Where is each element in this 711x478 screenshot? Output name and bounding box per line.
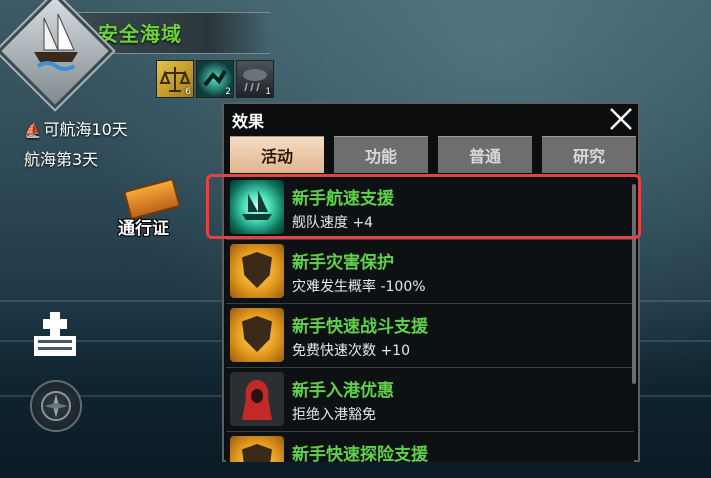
storm-buff-icon[interactable]: 1 bbox=[236, 60, 274, 98]
ship-icon bbox=[34, 13, 78, 71]
medical-chest-icon[interactable] bbox=[30, 310, 80, 360]
list-item[interactable]: 新手快速探险支援 bbox=[226, 432, 634, 462]
alliance-buff-icon[interactable]: 2 bbox=[196, 60, 234, 98]
effects-panel: 效果 活动 功能 普通 研究 新手航速支援 舰队速度 +4 新手灾害保护 灾难发… bbox=[222, 102, 640, 462]
effect-name: 新手快速战斗支援 bbox=[292, 317, 428, 337]
effect-desc: 拒绝入港豁免 bbox=[292, 407, 376, 423]
sail-icon: ⛵ bbox=[24, 123, 42, 139]
effect-name: 新手灾害保护 bbox=[292, 253, 394, 273]
buff-icon-row: 6 2 1 bbox=[156, 60, 274, 98]
close-icon[interactable] bbox=[608, 106, 634, 132]
compass-icon bbox=[41, 391, 71, 421]
selection-highlight bbox=[206, 174, 641, 239]
effect-name: 新手入港优惠 bbox=[292, 381, 394, 401]
list-item[interactable]: 新手灾害保护 灾难发生概率 -100% bbox=[226, 240, 634, 304]
gold-shield-icon bbox=[230, 436, 284, 462]
list-item[interactable]: 新手快速战斗支援 免费快速次数 +10 bbox=[226, 304, 634, 368]
region-name: 安全海域 bbox=[98, 22, 182, 46]
effect-desc: 灾难发生概率 -100% bbox=[292, 279, 426, 295]
voyage-day: 航海第3天 bbox=[24, 150, 99, 169]
buff-count: 2 bbox=[225, 87, 231, 97]
balance-buff-icon[interactable]: 6 bbox=[156, 60, 194, 98]
gold-shield-icon bbox=[230, 244, 284, 298]
effect-desc: 免费快速次数 +10 bbox=[292, 343, 410, 359]
list-item[interactable]: 新手入港优惠 拒绝入港豁免 bbox=[226, 368, 634, 432]
buff-count: 1 bbox=[265, 87, 271, 97]
tab-function[interactable]: 功能 bbox=[334, 136, 428, 173]
tab-normal[interactable]: 普通 bbox=[438, 136, 532, 173]
panel-title: 效果 bbox=[232, 112, 265, 131]
effect-tabs: 活动 功能 普通 研究 bbox=[230, 136, 636, 173]
sailable-days: ⛵ 可航海10天 bbox=[24, 116, 128, 140]
effect-name: 新手快速探险支援 bbox=[292, 445, 428, 462]
tab-activity[interactable]: 活动 bbox=[230, 136, 324, 173]
pass-label: 通行证 bbox=[118, 219, 169, 239]
buff-count: 6 bbox=[185, 87, 191, 97]
gold-shield-icon bbox=[230, 308, 284, 362]
red-hooded-figure-icon bbox=[230, 372, 284, 426]
tab-research[interactable]: 研究 bbox=[542, 136, 636, 173]
sailable-days-text: 可航海10天 bbox=[43, 120, 128, 139]
pass-button[interactable]: 通行证 bbox=[118, 177, 184, 244]
compass-button[interactable] bbox=[30, 380, 82, 432]
